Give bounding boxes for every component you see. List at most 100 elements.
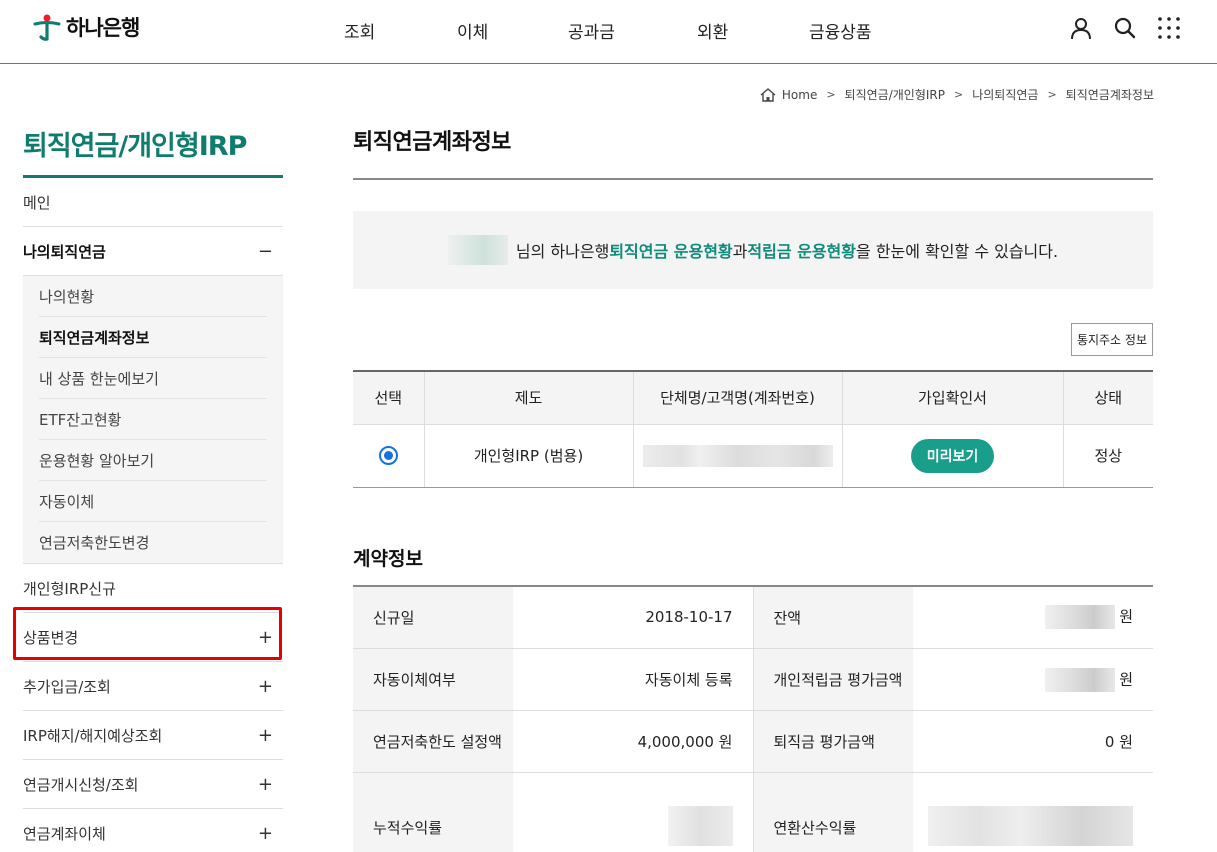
contract-row: 누적수익률 연환산수익률 [353, 772, 1153, 852]
lnb-sub-etf-balance[interactable]: ETF잔고현황 [39, 399, 267, 440]
menu-grid-icon[interactable] [1157, 16, 1181, 40]
lnb-item-irp-termination[interactable]: IRP해지/해지예상조회 + [23, 711, 283, 760]
masked-amount [1045, 605, 1116, 630]
nav-inquiry[interactable]: 조회 [344, 18, 375, 43]
value-balance: 원 [913, 586, 1153, 649]
plan-cell: 개인형IRP (범용) [424, 424, 634, 488]
lnb-sub-products-overview[interactable]: 내 상품 한눈에보기 [39, 358, 267, 399]
contract-row: 연금저축한도 설정액 4,000,000 원 퇴직금 평가금액 0 원 [353, 710, 1153, 773]
chevron-right-icon: > [953, 88, 964, 101]
lnb-submenu: 나의현황 퇴직연금계좌정보 내 상품 한눈에보기 ETF잔고현황 운용현황 알아… [23, 276, 283, 564]
lnb-item-my-pension[interactable]: 나의퇴직연금 − [23, 227, 283, 276]
table-header: 제도 [424, 371, 634, 425]
label-severance-valuation: 퇴직금 평가금액 [753, 710, 913, 773]
value-severance-valuation: 0 원 [913, 710, 1153, 773]
contract-table: 신규일 2018-10-17 잔액 원 자동이체여부 자동이체 등록 개인적립금… [353, 586, 1153, 852]
contract-section-title: 계약정보 [353, 544, 1153, 587]
account-table: 선택 제도 단체명/고객명(계좌번호) 가입확인서 상태 개인형IRP (범용)… [353, 370, 1153, 488]
notice-highlight-1: 퇴직연금 운용현황 [609, 242, 733, 261]
collapse-icon[interactable]: − [258, 241, 273, 262]
unit-label: 원 [1119, 670, 1133, 688]
lnb-item-label: 나의퇴직연금 [23, 242, 106, 261]
chevron-right-icon: > [1047, 88, 1057, 101]
notice-banner: 님의 하나은행 퇴직연금 운용현황 과 적립금 운용현황 을 한눈에 확인할 수… [353, 211, 1153, 289]
value-annualized-return [913, 772, 1153, 852]
expand-icon[interactable]: + [258, 627, 273, 648]
lnb-item-product-change[interactable]: 상품변경 + [23, 613, 283, 662]
masked-amount [1045, 667, 1116, 692]
lnb-item-pension-start[interactable]: 연금개시신청/조회 + [23, 760, 283, 809]
table-header: 가입확인서 [842, 371, 1064, 425]
account-radio[interactable] [378, 446, 398, 465]
header-utilities [1069, 16, 1181, 40]
breadcrumb-my-pension[interactable]: 나의퇴직연금 [972, 86, 1038, 103]
lnb-item-label: 개인형IRP신규 [23, 579, 116, 598]
lnb-item-label: IRP해지/해지예상조회 [23, 726, 163, 745]
value-savings-limit: 4,000,000 원 [513, 710, 754, 773]
breadcrumb-home[interactable]: Home [782, 88, 817, 102]
masked-return [667, 805, 733, 846]
expand-icon[interactable]: + [258, 774, 273, 795]
lnb-item-label: 연금계좌이체 [23, 824, 106, 843]
address-button-row: 통지주소 정보 [353, 323, 1153, 356]
global-nav: 조회 이체 공과금 외환 금융상품 [0, 18, 1217, 43]
lnb-title: 퇴직연금/개인형IRP [23, 124, 283, 178]
value-auto-transfer: 자동이체 등록 [513, 648, 754, 711]
lnb-sub-savings-limit[interactable]: 연금저축한도변경 [39, 522, 267, 563]
masked-return [928, 805, 1133, 846]
value-open-date: 2018-10-17 [513, 586, 754, 649]
notice-highlight-2: 적립금 운용현황 [747, 242, 857, 261]
breadcrumb: Home > 퇴직연금/개인형IRP > 나의퇴직연금 > 퇴직연금계좌정보 [760, 86, 1154, 103]
preview-button[interactable]: 미리보기 [910, 438, 995, 473]
unit-label: 원 [1119, 607, 1133, 626]
value-personal-savings: 원 [913, 648, 1153, 711]
label-annualized-return: 연환산수익률 [753, 772, 913, 852]
notice-text-pre: 님의 하나은행 [515, 242, 610, 261]
expand-icon[interactable]: + [258, 725, 273, 746]
lnb-item-label: 추가입금/조회 [23, 677, 111, 696]
user-icon[interactable] [1069, 16, 1093, 40]
select-cell [353, 424, 425, 488]
lnb-item-additional-deposit[interactable]: 추가입금/조회 + [23, 662, 283, 711]
lnb-item-main[interactable]: 메인 [23, 178, 283, 227]
lnb-sub-account-info[interactable]: 퇴직연금계좌정보 [39, 317, 267, 358]
certificate-cell: 미리보기 [842, 424, 1064, 488]
lnb-item-pension-transfer[interactable]: 연금계좌이체 + [23, 809, 283, 852]
nav-utility-bills[interactable]: 공과금 [568, 18, 615, 43]
label-balance: 잔액 [753, 586, 913, 649]
nav-foreign-exchange[interactable]: 외환 [697, 18, 728, 43]
global-header: 하나은행 조회 이체 공과금 외환 금융상품 [0, 0, 1217, 64]
masked-account-number [642, 444, 833, 467]
notice-text-mid: 과 [732, 242, 748, 261]
label-auto-transfer: 자동이체여부 [353, 648, 513, 711]
search-icon[interactable] [1113, 16, 1137, 40]
page-title: 퇴직연금계좌정보 [353, 124, 1153, 180]
contract-row: 신규일 2018-10-17 잔액 원 [353, 586, 1153, 649]
home-icon[interactable] [760, 87, 776, 102]
nav-transfer[interactable]: 이체 [457, 18, 488, 43]
status-cell: 정상 [1063, 424, 1153, 488]
table-header: 단체명/고객명(계좌번호) [633, 371, 843, 425]
lnb-sub-my-status[interactable]: 나의현황 [39, 276, 267, 317]
expand-icon[interactable]: + [258, 823, 273, 844]
lnb-item-label: 연금개시신청/조회 [23, 775, 139, 794]
nav-financial-products[interactable]: 금융상품 [809, 18, 872, 43]
notice-text-post: 을 한눈에 확인할 수 있습니다. [856, 242, 1059, 261]
notification-address-button[interactable]: 통지주소 정보 [1070, 323, 1153, 356]
table-row: 개인형IRP (범용) 미리보기 정상 [353, 424, 1153, 488]
breadcrumb-pension[interactable]: 퇴직연금/개인형IRP [845, 86, 945, 103]
main-content: 퇴직연금계좌정보 님의 하나은행 퇴직연금 운용현황 과 적립금 운용현황 을 … [353, 124, 1153, 852]
lnb-item-irp-new[interactable]: 개인형IRP신규 [23, 564, 283, 613]
label-open-date: 신규일 [353, 586, 513, 649]
table-header: 선택 [353, 371, 425, 425]
lnb-sub-auto-transfer[interactable]: 자동이체 [39, 481, 267, 522]
left-nav: 퇴직연금/개인형IRP 메인 나의퇴직연금 − 나의현황 퇴직연금계좌정보 내 … [23, 124, 283, 852]
label-cumulative-return: 누적수익률 [353, 772, 513, 852]
breadcrumb-current: 퇴직연금계좌정보 [1065, 88, 1154, 102]
account-cell [633, 424, 843, 488]
lnb-item-label: 메인 [23, 193, 51, 212]
table-header: 상태 [1063, 371, 1153, 425]
expand-icon[interactable]: + [258, 676, 273, 697]
lnb-sub-operation-status[interactable]: 운용현황 알아보기 [39, 440, 267, 481]
value-cumulative-return [513, 772, 754, 852]
